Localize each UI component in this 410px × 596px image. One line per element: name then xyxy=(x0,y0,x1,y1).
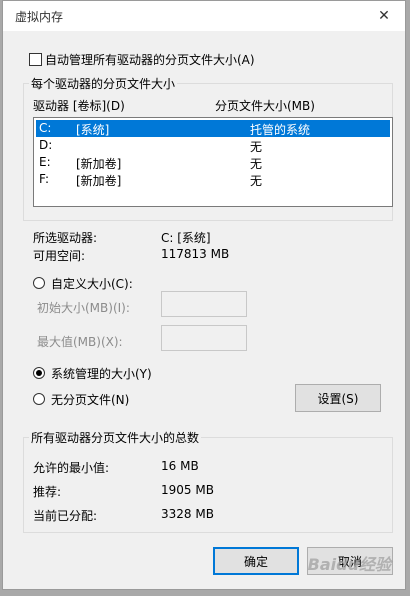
max-size-input[interactable] xyxy=(161,325,247,351)
no-paging-label[interactable]: 无分页文件(N) xyxy=(51,391,129,408)
system-managed-radio[interactable] xyxy=(33,367,45,379)
no-paging-radio[interactable] xyxy=(33,393,45,405)
close-icon[interactable]: ✕ xyxy=(363,1,405,31)
window-title: 虚拟内存 xyxy=(15,10,64,24)
drive-size: 托管的系统 xyxy=(250,123,311,137)
max-size-label: 最大值(MB)(X): xyxy=(37,335,123,349)
virtual-memory-dialog: 虚拟内存 ✕ 自动管理所有驱动器的分页文件大小(A) 每个驱动器的分页文件大小 … xyxy=(2,0,406,590)
drive-size: 无 xyxy=(250,174,263,188)
per-drive-group-legend: 每个驱动器的分页文件大小 xyxy=(29,75,178,92)
drive-size: 无 xyxy=(250,140,263,154)
free-space-label: 可用空间: xyxy=(33,249,86,263)
drive-letter: D: xyxy=(39,138,53,152)
initial-size-input[interactable] xyxy=(161,291,247,317)
recommended-value: 1905 MB xyxy=(161,483,214,497)
drive-size: 无 xyxy=(250,157,263,171)
drive-label: [新加卷] xyxy=(76,157,122,171)
set-button[interactable]: 设置(S) xyxy=(295,384,381,412)
baidu-watermark: Baidu经验 xyxy=(307,555,391,574)
drive-label: [新加卷] xyxy=(76,174,122,188)
free-space-value: 117813 MB xyxy=(161,247,230,261)
totals-group-legend: 所有驱动器分页文件大小的总数 xyxy=(29,429,202,446)
min-size-label: 允许的最小值: xyxy=(33,461,110,475)
drive-letter: E: xyxy=(39,155,51,169)
drive-letter: F: xyxy=(39,172,50,186)
custom-size-radio[interactable] xyxy=(33,277,45,289)
selected-drive-label: 所选驱动器: xyxy=(33,231,98,245)
min-size-value: 16 MB xyxy=(161,459,199,473)
drive-row[interactable]: E: [新加卷] 无 xyxy=(36,154,390,171)
drive-row[interactable]: C: [系统] 托管的系统 xyxy=(36,120,390,137)
drive-letter: C: xyxy=(39,121,52,135)
drive-row[interactable]: F: [新加卷] 无 xyxy=(36,171,390,188)
ok-button[interactable]: 确定 xyxy=(213,547,299,575)
auto-manage-checkbox[interactable] xyxy=(29,53,42,66)
allocated-label: 当前已分配: xyxy=(33,509,98,523)
drive-row[interactable]: D: 无 xyxy=(36,137,390,154)
drive-list[interactable]: C: [系统] 托管的系统 D: 无 E: [新加卷] 无 F: [新加卷] 无 xyxy=(33,117,393,207)
drive-column-header: 驱动器 [卷标](D) xyxy=(33,99,125,113)
initial-size-label: 初始大小(MB)(I): xyxy=(37,301,130,315)
title-bar: 虚拟内存 ✕ xyxy=(3,1,405,31)
selected-drive-value: C: [系统] xyxy=(161,231,211,245)
size-column-header: 分页文件大小(MB) xyxy=(215,99,315,113)
system-managed-label[interactable]: 系统管理的大小(Y) xyxy=(51,365,152,382)
auto-manage-label[interactable]: 自动管理所有驱动器的分页文件大小(A) xyxy=(45,51,255,68)
allocated-value: 3328 MB xyxy=(161,507,214,521)
custom-size-label[interactable]: 自定义大小(C): xyxy=(51,275,133,292)
recommended-label: 推荐: xyxy=(33,485,62,499)
drive-label: [系统] xyxy=(76,123,110,137)
